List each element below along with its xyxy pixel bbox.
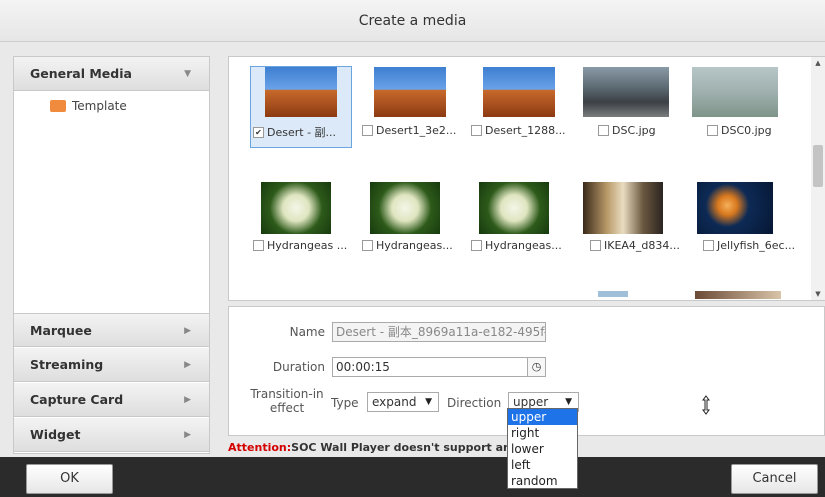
media-thumbnail <box>692 67 778 117</box>
direction-option-random[interactable]: random <box>508 473 577 489</box>
accordion-streaming-label: Streaming <box>30 357 104 372</box>
media-checkbox[interactable] <box>707 124 718 136</box>
type-label: Type <box>331 396 359 410</box>
media-tile[interactable]: Desert1_3e2... <box>360 67 460 147</box>
media-thumbnail <box>479 182 549 234</box>
media-label: Desert1_3e2... <box>376 124 457 137</box>
type-select-value: expand <box>372 395 417 409</box>
dialog-footer: OK Cancel <box>0 457 825 497</box>
clock-icon[interactable]: ◷ <box>527 357 546 377</box>
collapsed-arrow-icon: ▶ <box>184 326 191 336</box>
media-checkbox[interactable]: ✔ <box>253 126 264 138</box>
media-thumbnail <box>261 182 331 234</box>
dropdown-arrow-icon: ▼ <box>425 397 432 407</box>
attention-notice: Attention:SOC Wall Player doesn't suppor… <box>228 441 508 457</box>
direction-dropdown-list: upper right lower left random <box>507 408 578 489</box>
direction-label: Direction <box>447 396 502 410</box>
cancel-button[interactable]: Cancel <box>731 464 818 494</box>
media-grid: ✔ Desert - 副... Desert1_3e2... Desert_128… <box>228 56 825 301</box>
media-tile[interactable]: ✔ Desert - 副... <box>250 66 352 148</box>
tree-item-template[interactable]: Template <box>50 97 127 115</box>
media-thumbnail-partial <box>598 291 628 297</box>
media-label: DSC.jpg <box>612 124 656 137</box>
media-checkbox[interactable] <box>471 124 482 136</box>
media-tile[interactable]: DSC0.jpg <box>687 67 787 147</box>
media-label: Hydrangeas... <box>485 239 562 252</box>
duration-label: Duration <box>272 360 325 374</box>
media-label: Desert - 副... <box>267 126 337 139</box>
accordion-general-media-label: General Media <box>30 66 132 81</box>
media-tile[interactable]: Jellyfish_6ec... <box>687 182 795 262</box>
transition-label-line1: Transition-in <box>250 387 324 401</box>
media-label: DSC0.jpg <box>721 124 772 137</box>
accordion-widget-label: Widget <box>30 427 81 442</box>
media-type-sidebar: General Media ▼ Template Marquee ▶ Strea… <box>13 56 210 454</box>
media-tile[interactable]: IKEA4_d834... <box>578 182 680 262</box>
media-label: IKEA4_d834... <box>604 239 680 252</box>
direction-option-right[interactable]: right <box>508 425 577 441</box>
direction-option-lower[interactable]: lower <box>508 441 577 457</box>
media-checkbox[interactable] <box>598 124 609 136</box>
media-tile[interactable]: Hydrangeas... <box>469 182 569 262</box>
duration-field[interactable]: 00:00:15 <box>332 357 528 377</box>
media-thumbnail-partial <box>695 291 781 299</box>
media-thumbnail <box>265 67 337 117</box>
accordion-marquee[interactable]: Marquee ▶ <box>14 313 209 347</box>
media-thumbnail <box>583 182 663 234</box>
media-thumbnail <box>370 182 440 234</box>
accordion-widget[interactable]: Widget ▶ <box>14 418 209 452</box>
media-label: Hydrangeas... <box>376 239 453 252</box>
media-label: Jellyfish_6ec... <box>717 239 796 252</box>
accordion-marquee-label: Marquee <box>30 323 92 338</box>
collapsed-arrow-icon: ▶ <box>184 430 191 440</box>
scroll-down-icon[interactable]: ▼ <box>811 288 825 300</box>
attention-text: SOC Wall Player doesn't support aninat <box>291 441 508 454</box>
media-tile[interactable]: Hydrangeas ... <box>251 182 351 262</box>
media-tile[interactable]: Hydrangeas... <box>360 182 460 262</box>
media-thumbnail <box>697 182 773 234</box>
tree-item-template-label: Template <box>72 99 127 113</box>
media-thumbnail <box>483 67 555 117</box>
text-cursor-icon <box>701 395 711 415</box>
folder-icon <box>50 99 66 112</box>
accordion-streaming[interactable]: Streaming ▶ <box>14 348 209 382</box>
collapsed-arrow-icon: ▶ <box>184 360 191 370</box>
collapsed-arrow-icon: ▶ <box>184 395 191 405</box>
accordion-general-media[interactable]: General Media ▼ <box>14 57 209 91</box>
direction-option-left[interactable]: left <box>508 457 577 473</box>
media-checkbox[interactable] <box>362 124 373 136</box>
media-checkbox[interactable] <box>471 239 482 251</box>
expanded-arrow-icon: ▼ <box>184 69 191 79</box>
media-checkbox[interactable] <box>253 239 264 251</box>
transition-label-line2: effect <box>269 401 305 415</box>
accordion-capture-card[interactable]: Capture Card ▶ <box>14 383 209 417</box>
media-label: Hydrangeas ... <box>267 239 348 252</box>
media-tile[interactable]: DSC.jpg <box>578 67 678 147</box>
media-checkbox[interactable] <box>362 239 373 251</box>
media-thumbnail <box>374 67 446 117</box>
direction-select-value: upper <box>513 395 549 409</box>
media-tile[interactable]: Desert_1288... <box>469 67 569 147</box>
dialog-title: Create a media <box>358 13 467 29</box>
attention-prefix: Attention: <box>228 441 292 454</box>
scroll-thumb[interactable] <box>813 145 823 187</box>
type-select[interactable]: expand ▼ <box>367 392 439 412</box>
scroll-up-icon[interactable]: ▲ <box>811 57 825 69</box>
name-label: Name <box>289 325 325 339</box>
direction-option-upper[interactable]: upper <box>508 409 577 425</box>
ok-button[interactable]: OK <box>26 464 113 494</box>
media-checkbox[interactable] <box>590 239 601 251</box>
media-label: Desert_1288... <box>485 124 566 137</box>
media-thumbnail <box>583 67 669 117</box>
name-field[interactable]: Desert - 副本_8969a11a-e182-495f-99 <box>332 322 546 342</box>
dialog-title-bar: Create a media <box>0 0 825 42</box>
media-checkbox[interactable] <box>703 239 714 251</box>
accordion-capture-card-label: Capture Card <box>30 392 124 407</box>
